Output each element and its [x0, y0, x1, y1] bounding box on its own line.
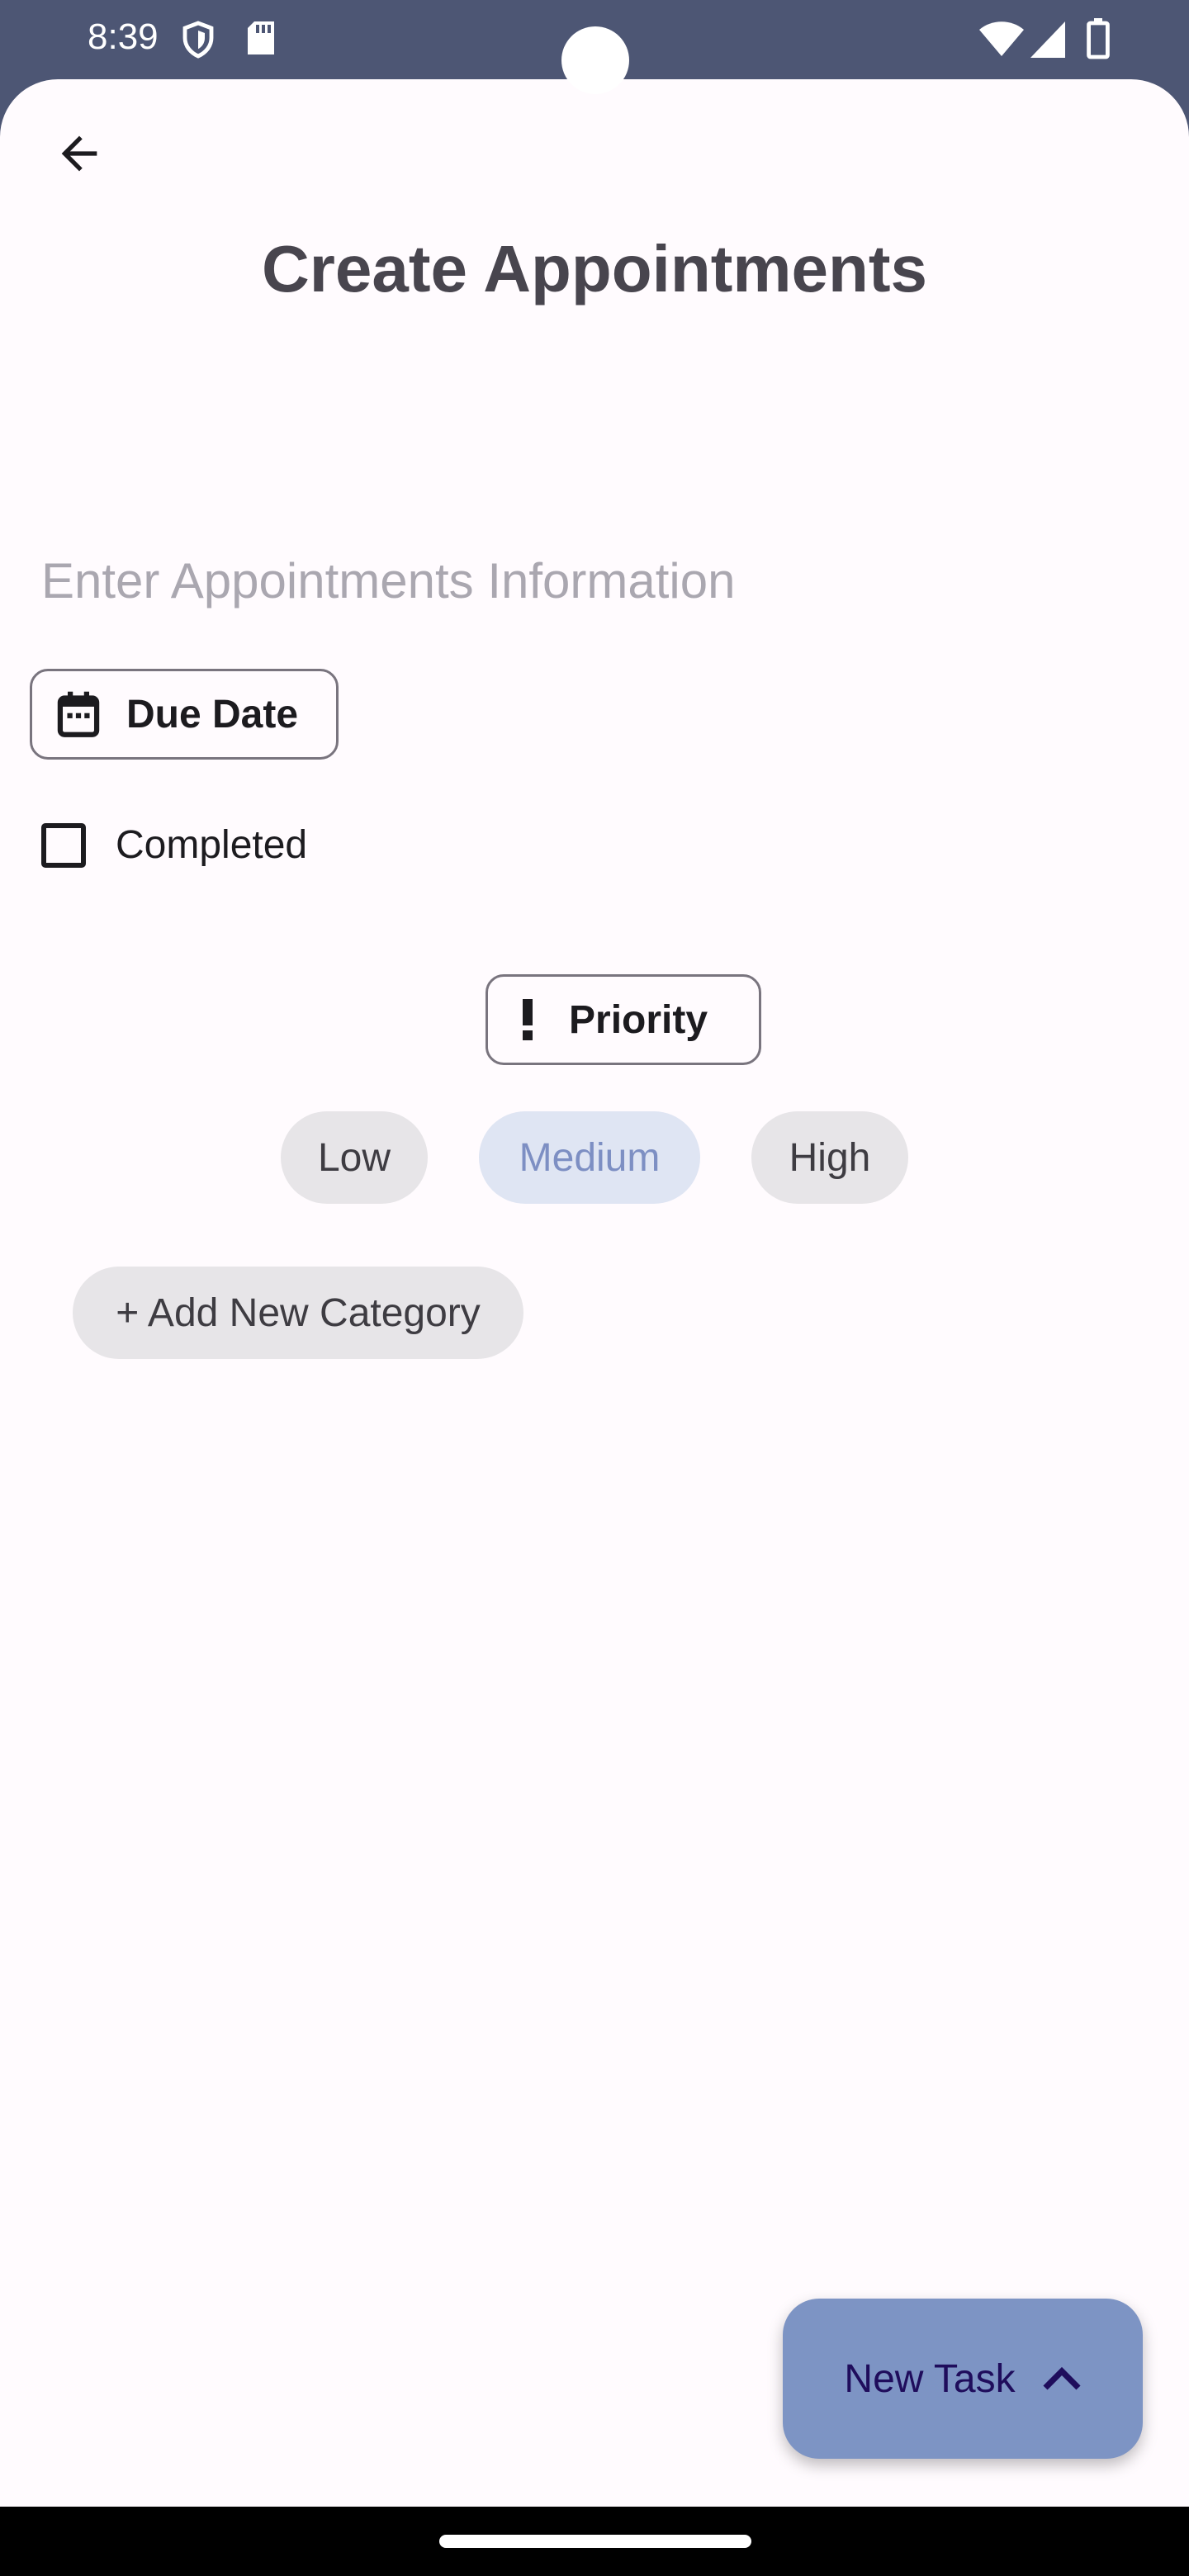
priority-label: Priority — [569, 997, 708, 1042]
appointment-info-input[interactable] — [23, 535, 1171, 626]
priority-chip-medium[interactable]: Medium — [479, 1111, 700, 1204]
checkbox-box[interactable] — [41, 822, 86, 868]
sd-card-icon — [244, 20, 277, 60]
priority-chip-high[interactable]: High — [751, 1111, 908, 1204]
page-title: Create Appointments — [261, 232, 927, 305]
wifi-icon — [979, 21, 1024, 62]
new-task-label: New Task — [844, 2356, 1016, 2401]
home-gesture-handle[interactable] — [439, 2535, 751, 2548]
priority-chip-low[interactable]: Low — [281, 1111, 428, 1204]
arrow-left-icon — [53, 127, 106, 180]
calendar-icon — [57, 690, 100, 738]
new-task-fab[interactable]: New Task — [783, 2299, 1143, 2459]
due-date-label: Due Date — [126, 692, 299, 736]
add-category-button[interactable]: + Add New Category — [73, 1267, 523, 1359]
chevron-up-icon — [1042, 2366, 1082, 2391]
exclamation-icon — [521, 999, 534, 1040]
completed-label: Completed — [116, 823, 308, 867]
camera-cutout — [561, 26, 629, 94]
completed-checkbox[interactable]: Completed — [41, 822, 307, 868]
screen-corner — [1131, 79, 1189, 137]
battery-icon — [1087, 18, 1110, 64]
back-button[interactable] — [41, 116, 117, 192]
signal-icon — [1030, 21, 1065, 62]
shield-icon — [178, 20, 218, 64]
due-date-button[interactable]: Due Date — [30, 669, 339, 760]
priority-button[interactable]: Priority — [486, 974, 761, 1065]
status-time: 8:39 — [88, 17, 159, 57]
